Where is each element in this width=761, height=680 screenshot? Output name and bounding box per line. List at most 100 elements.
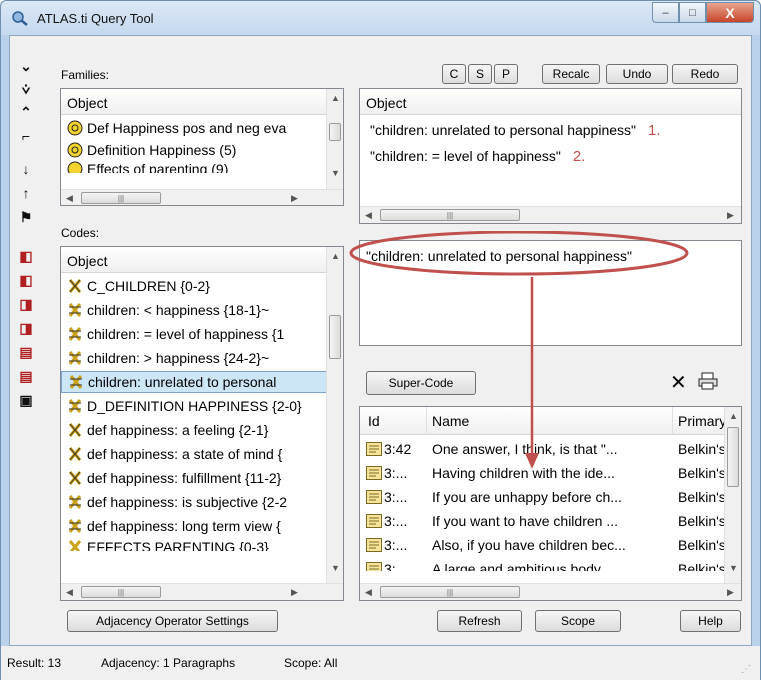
scroll-thumb[interactable]: ||| (81, 192, 161, 204)
families-column-header[interactable]: Object (61, 89, 327, 115)
codes-column-header[interactable]: Object (61, 247, 327, 273)
operator-icon-6[interactable]: ▤ (18, 368, 34, 384)
undo-button[interactable]: Undo (606, 64, 668, 84)
scroll-up-icon[interactable]: ▲ (725, 407, 741, 424)
scroll-right-icon[interactable]: ▶ (722, 584, 739, 600)
scroll-left-icon[interactable]: ◀ (61, 584, 78, 600)
chevron-up-icon[interactable]: ⌃ (18, 104, 34, 120)
column-header-id[interactable]: Id (368, 413, 380, 429)
tree-icon[interactable]: ⚑ (18, 209, 34, 225)
table-row[interactable]: 3:... Also, if you have children bec... Be… (360, 533, 726, 557)
scroll-right-icon[interactable]: ▶ (286, 584, 303, 600)
scroll-left-icon[interactable]: ◀ (360, 584, 377, 600)
adjacency-settings-button[interactable]: Adjacency Operator Settings (67, 610, 278, 632)
delete-icon[interactable]: ✕ (670, 370, 687, 395)
term-stack-list[interactable]: Object "children: unrelated to personal … (359, 88, 742, 224)
scroll-up-icon[interactable]: ▲ (327, 89, 343, 106)
frame-icon[interactable]: ▣ (18, 392, 34, 408)
operator-icon-4[interactable]: ◨ (18, 320, 34, 336)
recalc-button[interactable]: Recalc (542, 64, 600, 84)
chevron-down-dot-icon[interactable]: ⩒ (18, 81, 34, 97)
p-button[interactable]: P (494, 64, 518, 84)
list-item[interactable]: C_CHILDREN {0-2} (61, 275, 327, 297)
list-item-selected[interactable]: children: unrelated to personal (61, 371, 327, 393)
query-text-box[interactable]: "children: unrelated to personal happine… (359, 240, 742, 346)
refresh-button[interactable]: Refresh (437, 610, 522, 632)
table-row[interactable]: 3:... A large and ambitious body ... Belki… (360, 557, 726, 571)
resize-grip-icon[interactable]: ⋰ (741, 664, 751, 675)
chevron-down-icon[interactable]: ⌄ (18, 58, 34, 74)
s-button[interactable]: S (468, 64, 492, 84)
table-row[interactable]: 3:... If you want to have children ... Bel… (360, 509, 726, 533)
list-item[interactable]: children: > happiness {24-2}~ (61, 347, 327, 369)
scroll-thumb[interactable] (329, 315, 341, 359)
scroll-thumb[interactable]: ||| (380, 586, 520, 598)
family-label: Effects of parenting (9) (87, 161, 229, 173)
codes-list[interactable]: Object C_CHILDREN {0-2} children: < happ… (60, 246, 344, 601)
list-item[interactable]: def happiness: is subjective {2-2 (61, 491, 327, 513)
title-bar[interactable]: ATLAS.ti Query Tool – □ X (1, 1, 760, 35)
list-item[interactable]: def happiness: a feeling {2-1} (61, 419, 327, 441)
scroll-down-icon[interactable]: ▼ (725, 559, 741, 576)
scroll-left-icon[interactable]: ◀ (61, 190, 78, 205)
code-icon (69, 375, 83, 389)
maximize-button[interactable]: □ (679, 2, 706, 23)
corner-icon[interactable]: ⌐ (18, 128, 34, 144)
operator-icon-5[interactable]: ▤ (18, 344, 34, 360)
operator-icon-3[interactable]: ◨ (18, 296, 34, 312)
term-item[interactable]: "children: = level of happiness" 2. (360, 145, 741, 167)
list-item[interactable]: EFFECTS PARENTING {0-3} (61, 539, 327, 551)
cell-id: 3:... (384, 561, 408, 571)
minimize-button[interactable]: – (652, 2, 679, 23)
term-horizontal-scrollbar[interactable]: ◀ ||| ▶ (360, 206, 741, 223)
help-button[interactable]: Help (680, 610, 741, 632)
list-item[interactable]: def happiness: fulfillment {11-2} (61, 467, 327, 489)
table-row[interactable]: 3:... If you are unhappy before ch... Belk… (360, 485, 726, 509)
print-icon[interactable] (698, 372, 718, 390)
list-item[interactable]: Definition Happiness (5) (61, 139, 327, 161)
arrow-up-icon[interactable]: ↑ (18, 185, 34, 201)
arrow-down-icon[interactable]: ↓ (18, 161, 34, 177)
codes-horizontal-scrollbar[interactable]: ◀ ||| ▶ (61, 583, 343, 600)
scroll-thumb[interactable]: ||| (380, 209, 520, 221)
list-item[interactable]: children: < happiness {18-1}~ (61, 299, 327, 321)
close-window-button[interactable]: X (706, 2, 754, 23)
list-item[interactable]: def happiness: a state of mind { (61, 443, 327, 465)
column-header-name[interactable]: Name (432, 413, 469, 429)
scroll-thumb[interactable] (727, 427, 739, 487)
results-grid[interactable]: Id Name Primary 3:42 One answer, I think,… (359, 406, 742, 601)
table-row[interactable]: 3:... Having children with the ide... Belk… (360, 461, 726, 485)
results-vertical-scrollbar[interactable]: ▲ ▼ (724, 407, 741, 583)
scroll-thumb[interactable] (329, 123, 341, 141)
operator-icon-2[interactable]: ◧ (18, 272, 34, 288)
code-label: def happiness: fulfillment {11-2} (87, 470, 282, 486)
code-icon (68, 303, 82, 317)
list-item[interactable]: Def Happiness pos and neg eva (61, 117, 327, 139)
redo-button[interactable]: Redo (672, 64, 738, 84)
table-row[interactable]: 3:42 One answer, I think, is that "... Bel… (360, 437, 726, 461)
super-code-button[interactable]: Super-Code (366, 371, 476, 395)
cell-primary: Belkin's (678, 513, 726, 529)
scroll-up-icon[interactable]: ▲ (327, 247, 343, 264)
operator-icon-1[interactable]: ◧ (18, 248, 34, 264)
results-horizontal-scrollbar[interactable]: ◀ ||| ▶ (360, 583, 741, 600)
scroll-right-icon[interactable]: ▶ (722, 207, 739, 223)
families-vertical-scrollbar[interactable]: ▲ ▼ (326, 89, 343, 189)
column-header-primary[interactable]: Primary (678, 413, 726, 429)
c-button[interactable]: C (442, 64, 466, 84)
term-item[interactable]: "children: unrelated to personal happine… (360, 119, 741, 141)
scroll-right-icon[interactable]: ▶ (286, 190, 303, 205)
list-item[interactable]: Effects of parenting (9) (61, 161, 327, 173)
scroll-left-icon[interactable]: ◀ (360, 207, 377, 223)
codes-vertical-scrollbar[interactable]: ▲ ▼ (326, 247, 343, 583)
term-column-header[interactable]: Object (360, 89, 741, 115)
list-item[interactable]: children: = level of happiness {1 (61, 323, 327, 345)
list-item[interactable]: def happiness: long term view { (61, 515, 327, 537)
scope-button[interactable]: Scope (535, 610, 621, 632)
scroll-down-icon[interactable]: ▼ (327, 164, 343, 181)
scroll-down-icon[interactable]: ▼ (327, 559, 343, 576)
families-list[interactable]: Object Def Happiness pos and neg eva Def… (60, 88, 344, 206)
scroll-thumb[interactable]: ||| (81, 586, 161, 598)
list-item[interactable]: D_DEFINITION HAPPINESS {2-0} (61, 395, 327, 417)
families-horizontal-scrollbar[interactable]: ◀ ||| ▶ (61, 189, 343, 205)
